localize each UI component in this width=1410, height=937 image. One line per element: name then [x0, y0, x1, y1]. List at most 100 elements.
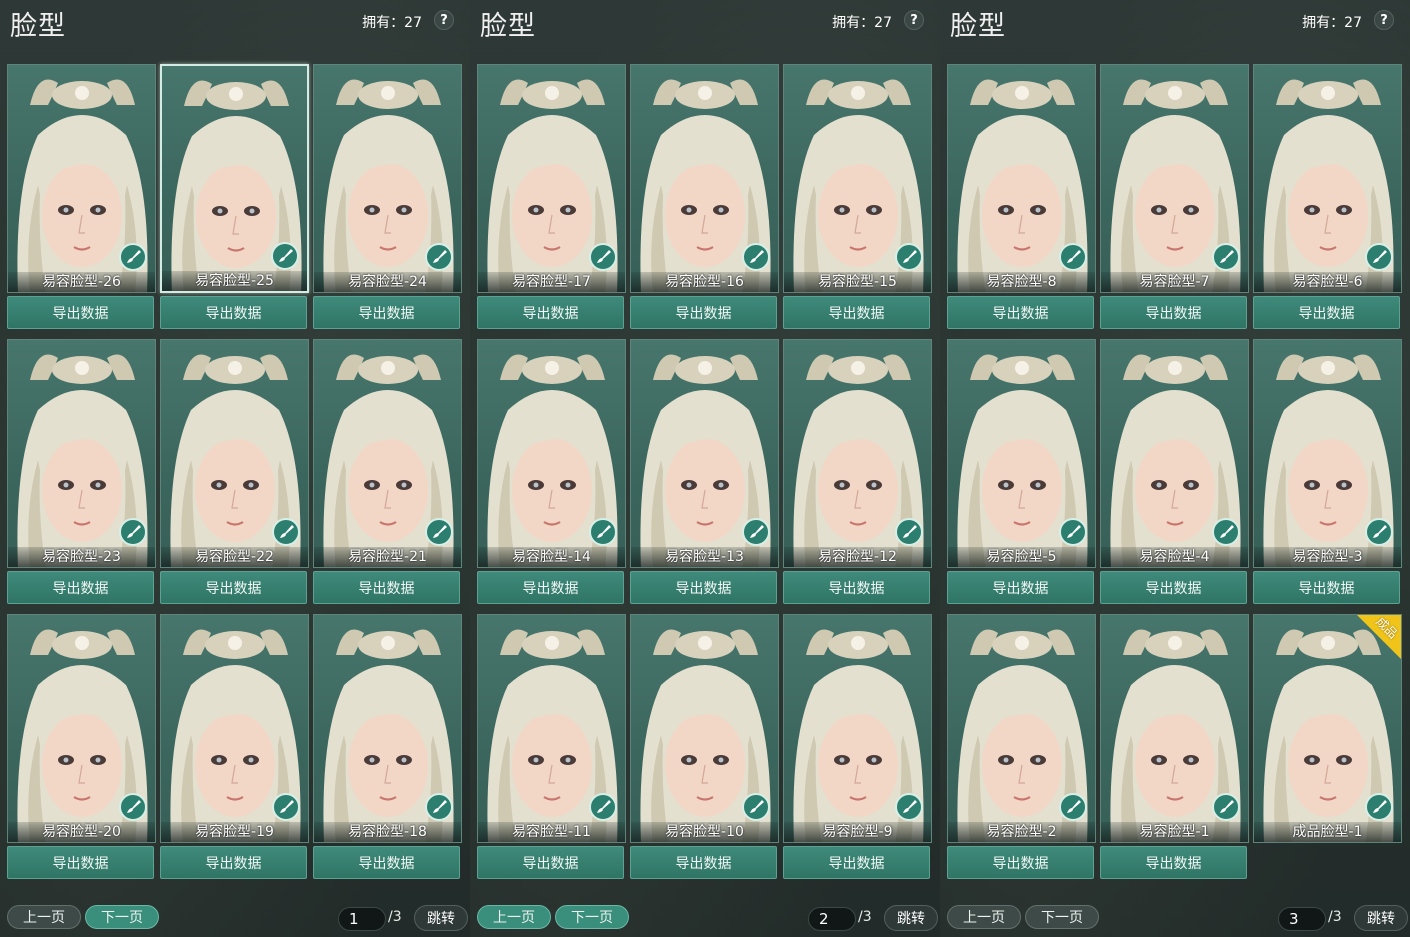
face-card[interactable]: 易容脸型-4 — [1100, 339, 1249, 568]
brush-icon[interactable] — [589, 793, 617, 821]
face-card[interactable]: 易容脸型-23 — [7, 339, 156, 568]
jump-button[interactable]: 跳转 — [414, 905, 468, 931]
brush-icon[interactable] — [272, 793, 300, 821]
export-data-button[interactable]: 导出数据 — [1253, 296, 1400, 329]
help-icon[interactable]: ? — [434, 10, 454, 30]
jump-button[interactable]: 跳转 — [884, 905, 938, 931]
next-page-button[interactable]: 下一页 — [85, 905, 159, 929]
owned-count: 拥有：27 — [1302, 15, 1362, 31]
export-data-button[interactable]: 导出数据 — [1100, 571, 1247, 604]
next-page-button[interactable]: 下一页 — [555, 905, 629, 929]
brush-icon[interactable] — [425, 518, 453, 546]
brush-icon[interactable] — [895, 518, 923, 546]
next-page-label: 下一页 — [1041, 910, 1083, 926]
brush-icon[interactable] — [895, 793, 923, 821]
export-data-button[interactable]: 导出数据 — [1100, 296, 1247, 329]
face-card[interactable]: 成品脸型-1 成品 — [1253, 614, 1402, 843]
brush-icon[interactable] — [1212, 793, 1240, 821]
next-page-button[interactable]: 下一页 — [1025, 905, 1099, 929]
brush-icon[interactable] — [1059, 793, 1087, 821]
page-number-input[interactable]: 3 — [1278, 907, 1326, 931]
help-icon[interactable]: ? — [904, 10, 924, 30]
brush-icon[interactable] — [272, 518, 300, 546]
export-data-button[interactable]: 导出数据 — [160, 846, 307, 879]
brush-icon[interactable] — [1059, 518, 1087, 546]
prev-page-button[interactable]: 上一页 — [7, 905, 81, 929]
export-data-button[interactable]: 导出数据 — [7, 571, 154, 604]
face-card[interactable]: 易容脸型-6 — [1253, 64, 1402, 293]
face-card[interactable]: 易容脸型-16 — [630, 64, 779, 293]
export-data-button[interactable]: 导出数据 — [160, 571, 307, 604]
face-card[interactable]: 易容脸型-24 — [313, 64, 462, 293]
face-card[interactable]: 易容脸型-21 — [313, 339, 462, 568]
face-card[interactable]: 易容脸型-8 — [947, 64, 1096, 293]
jump-button[interactable]: 跳转 — [1354, 905, 1408, 931]
face-card[interactable]: 易容脸型-10 — [630, 614, 779, 843]
brush-icon[interactable] — [271, 242, 299, 270]
brush-icon[interactable] — [742, 793, 770, 821]
face-card[interactable]: 易容脸型-9 — [783, 614, 932, 843]
export-data-button[interactable]: 导出数据 — [947, 296, 1094, 329]
face-card[interactable]: 易容脸型-7 — [1100, 64, 1249, 293]
face-card[interactable]: 易容脸型-25 — [160, 64, 309, 293]
export-data-button[interactable]: 导出数据 — [477, 296, 624, 329]
brush-icon[interactable] — [1212, 518, 1240, 546]
prev-page-button[interactable]: 上一页 — [947, 905, 1021, 929]
export-data-button[interactable]: 导出数据 — [7, 846, 154, 879]
face-card[interactable]: 易容脸型-14 — [477, 339, 626, 568]
brush-icon[interactable] — [1059, 243, 1087, 271]
face-card[interactable]: 易容脸型-11 — [477, 614, 626, 843]
export-data-button[interactable]: 导出数据 — [783, 846, 930, 879]
prev-page-button[interactable]: 上一页 — [477, 905, 551, 929]
export-data-button[interactable]: 导出数据 — [313, 296, 460, 329]
brush-icon[interactable] — [425, 243, 453, 271]
brush-icon[interactable] — [1365, 793, 1393, 821]
face-card-label: 易容脸型-22 — [161, 547, 308, 567]
face-card[interactable]: 易容脸型-2 — [947, 614, 1096, 843]
brush-icon[interactable] — [742, 518, 770, 546]
export-data-button[interactable]: 导出数据 — [947, 571, 1094, 604]
export-data-button[interactable]: 导出数据 — [630, 296, 777, 329]
export-data-button[interactable]: 导出数据 — [783, 571, 930, 604]
face-card[interactable]: 易容脸型-20 — [7, 614, 156, 843]
panel-header: 脸型 拥有：27 ? — [940, 0, 1410, 50]
brush-icon[interactable] — [589, 518, 617, 546]
face-card[interactable]: 易容脸型-1 — [1100, 614, 1249, 843]
export-data-button[interactable]: 导出数据 — [1100, 846, 1247, 879]
face-card[interactable]: 易容脸型-3 — [1253, 339, 1402, 568]
page-number-input[interactable]: 2 — [808, 907, 856, 931]
face-card[interactable]: 易容脸型-12 — [783, 339, 932, 568]
brush-icon[interactable] — [1212, 243, 1240, 271]
export-data-button[interactable]: 导出数据 — [630, 571, 777, 604]
face-card[interactable]: 易容脸型-22 — [160, 339, 309, 568]
brush-icon[interactable] — [119, 518, 147, 546]
export-data-button[interactable]: 导出数据 — [477, 846, 624, 879]
export-data-button[interactable]: 导出数据 — [947, 846, 1094, 879]
export-data-button[interactable]: 导出数据 — [7, 296, 154, 329]
brush-icon[interactable] — [119, 243, 147, 271]
face-card[interactable]: 易容脸型-15 — [783, 64, 932, 293]
export-data-button[interactable]: 导出数据 — [630, 846, 777, 879]
brush-icon[interactable] — [1365, 518, 1393, 546]
brush-icon[interactable] — [119, 793, 147, 821]
face-card[interactable]: 易容脸型-18 — [313, 614, 462, 843]
face-card[interactable]: 易容脸型-13 — [630, 339, 779, 568]
brush-icon[interactable] — [895, 243, 923, 271]
face-card[interactable]: 易容脸型-26 — [7, 64, 156, 293]
face-card[interactable]: 易容脸型-19 — [160, 614, 309, 843]
brush-icon[interactable] — [1365, 243, 1393, 271]
face-card-label: 易容脸型-23 — [8, 547, 155, 567]
help-icon[interactable]: ? — [1374, 10, 1394, 30]
export-data-button[interactable]: 导出数据 — [783, 296, 930, 329]
export-data-button[interactable]: 导出数据 — [313, 571, 460, 604]
export-data-button[interactable]: 导出数据 — [477, 571, 624, 604]
export-data-button[interactable]: 导出数据 — [313, 846, 460, 879]
face-card[interactable]: 易容脸型-5 — [947, 339, 1096, 568]
page-number-input[interactable]: 1 — [338, 907, 386, 931]
brush-icon[interactable] — [589, 243, 617, 271]
brush-icon[interactable] — [742, 243, 770, 271]
face-card[interactable]: 易容脸型-17 — [477, 64, 626, 293]
export-data-button[interactable]: 导出数据 — [160, 296, 307, 329]
export-data-button[interactable]: 导出数据 — [1253, 571, 1400, 604]
brush-icon[interactable] — [425, 793, 453, 821]
